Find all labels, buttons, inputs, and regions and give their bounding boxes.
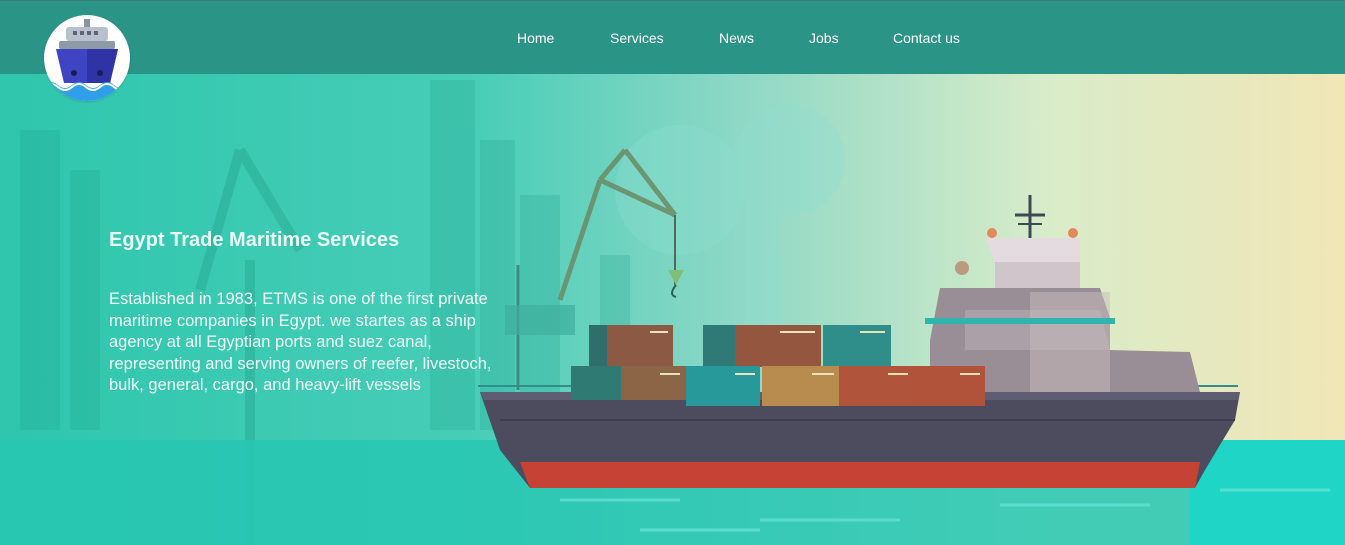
hero-description: Established in 1983, ETMS is one of the … [109, 290, 492, 394]
nav-contact-us[interactable]: Contact us [893, 30, 960, 46]
nav-news[interactable]: News [719, 30, 754, 46]
site-logo[interactable] [44, 15, 130, 101]
hero-section [0, 0, 1345, 545]
nav-services[interactable]: Services [610, 30, 664, 46]
cargo-ship-illustration [0, 80, 1345, 545]
hero-title: Egypt Trade Maritime Services [109, 229, 400, 251]
ship-logo-icon [44, 19, 130, 101]
nav-jobs[interactable]: Jobs [809, 30, 839, 46]
nav-home[interactable]: Home [517, 30, 554, 46]
top-navbar: Home Services News Jobs Contact us [0, 0, 1345, 74]
